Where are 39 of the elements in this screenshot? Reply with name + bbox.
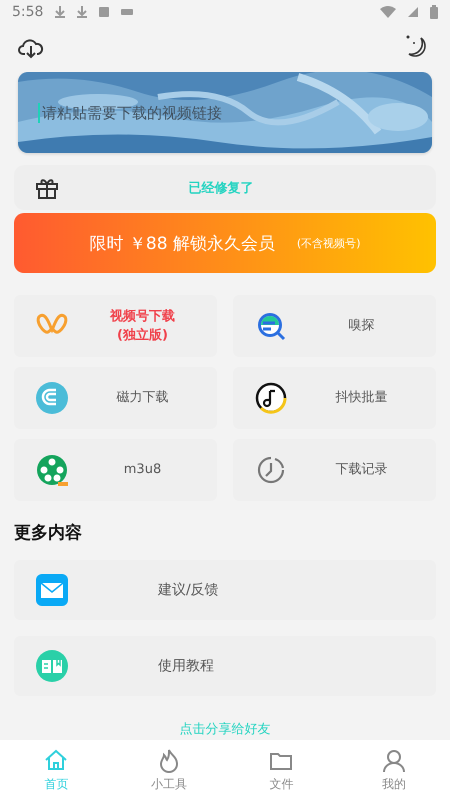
battery-icon: [430, 5, 438, 19]
history-clock-icon: [255, 454, 287, 486]
tool-card[interactable]: 下载记录: [233, 439, 436, 501]
tool-card[interactable]: 视频号下载 (独立版): [14, 295, 217, 357]
tool-label: m3u8: [122, 461, 162, 480]
download-icon: [77, 6, 88, 18]
app-icon: [99, 7, 110, 17]
tool-label: 视频号下载 (独立版): [108, 308, 176, 345]
nav-tab[interactable]: 文件: [225, 740, 338, 800]
mail-icon: [36, 574, 68, 606]
tool-label: 磁力下载: [116, 389, 170, 408]
section-title: 更多内容: [14, 522, 83, 544]
menu-item[interactable]: 使用教程: [14, 636, 436, 696]
signal-icon: [408, 7, 418, 17]
book-icon: [36, 650, 68, 682]
tool-label: 抖快批量: [334, 389, 388, 408]
notice-text: 已经修复了: [188, 180, 254, 196]
tool-card[interactable]: 抖快批量: [233, 367, 436, 429]
gift-icon: [36, 176, 58, 198]
tool-label: 嗅探: [348, 317, 376, 336]
film-reel-icon: [36, 454, 68, 486]
download-icon: [55, 6, 66, 18]
tool-card[interactable]: 嗅探: [233, 295, 436, 357]
search-chat-icon: [255, 310, 287, 342]
menu-item-label: 使用教程: [158, 657, 214, 675]
status-time: 5:58: [12, 4, 44, 20]
nav-tab[interactable]: 小工具: [112, 740, 225, 800]
keyboard-icon: [121, 9, 134, 15]
person-icon: [380, 748, 407, 774]
tool-card[interactable]: m3u8: [14, 439, 217, 501]
menu-item-label: 建议/反馈: [158, 581, 219, 599]
menu-item[interactable]: 建议/反馈: [14, 560, 436, 620]
music-note-icon: [255, 382, 287, 414]
tool-card[interactable]: 磁力下载: [14, 367, 217, 429]
cloud-download-icon: [18, 37, 44, 59]
nav-tab[interactable]: 我的: [338, 740, 450, 800]
magnet-icon: [36, 382, 68, 414]
wifi-icon: [380, 6, 396, 18]
tool-label: 下载记录: [334, 461, 388, 480]
